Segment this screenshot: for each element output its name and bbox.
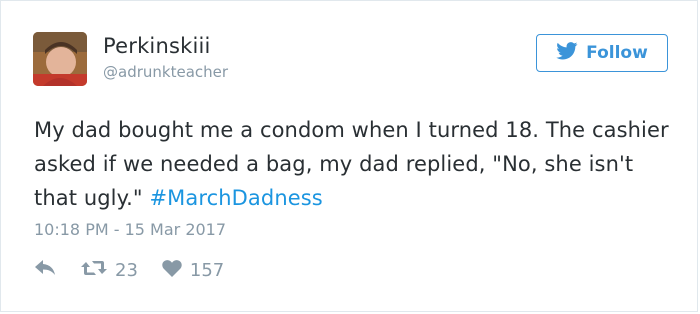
retweet-count: 23 — [115, 260, 138, 281]
reply-icon — [35, 260, 57, 281]
twitter-bird-icon — [556, 42, 578, 64]
user-handle[interactable]: @adrunkteacher — [103, 63, 228, 81]
tweet-actions: 23 157 — [35, 259, 224, 282]
like-count: 157 — [189, 260, 225, 281]
like-button[interactable]: 157 — [162, 259, 224, 282]
tweet-card: Perkinskiii @adrunkteacher Follow My dad… — [0, 0, 698, 312]
tweet-text: My dad bought me a condom when I turned … — [34, 113, 674, 215]
tweet-timestamp[interactable]: 10:18 PM - 15 Mar 2017 — [34, 220, 226, 239]
retweet-button[interactable]: 23 — [81, 259, 138, 282]
user-display-name[interactable]: Perkinskiii — [103, 34, 211, 58]
avatar[interactable] — [33, 32, 87, 86]
follow-label: Follow — [586, 43, 648, 63]
follow-button[interactable]: Follow — [536, 34, 668, 72]
reply-button[interactable] — [35, 260, 57, 281]
retweet-icon — [81, 259, 107, 282]
heart-icon — [162, 259, 182, 282]
hashtag-link[interactable]: #MarchDadness — [149, 186, 322, 210]
tweet-body: My dad bought me a condom when I turned … — [34, 118, 669, 210]
